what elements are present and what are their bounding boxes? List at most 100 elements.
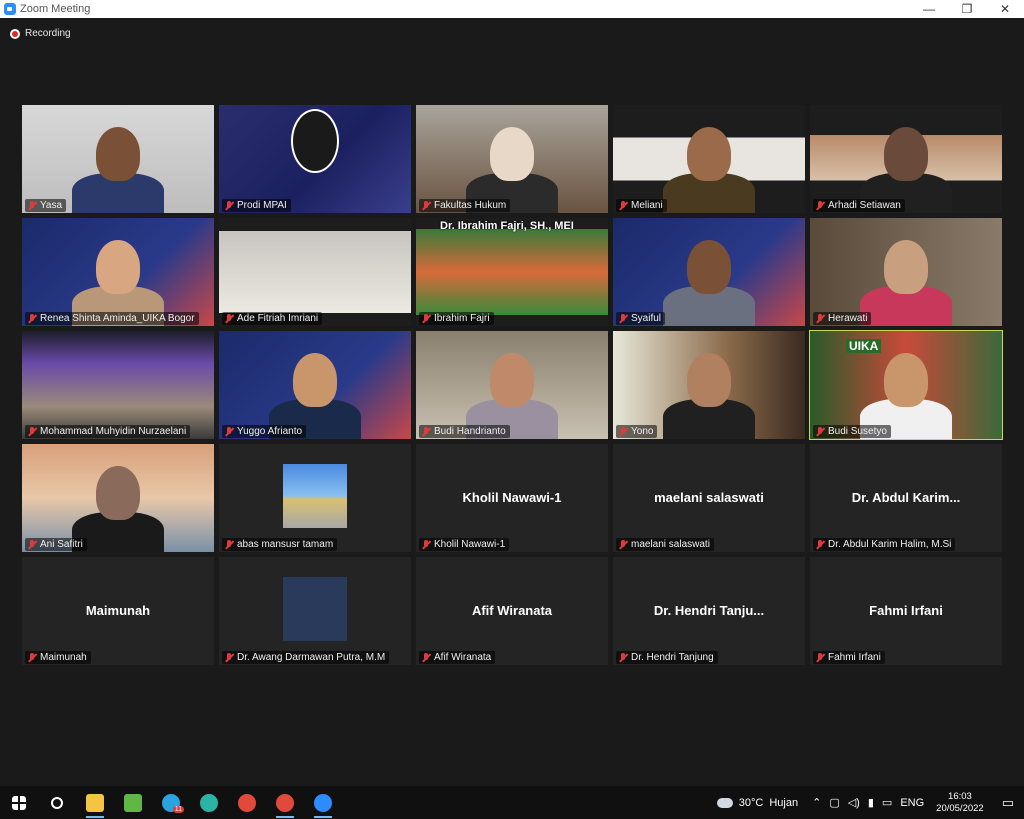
volume-icon[interactable]: ◁) <box>844 796 864 809</box>
participant-name: Yasa <box>40 200 63 211</box>
participant-tile[interactable]: abas mansusr tamam <box>219 444 411 552</box>
participant-name-tag: Yuggo Afrianto <box>222 425 307 438</box>
participant-name: Fahmi Irfani <box>828 652 881 663</box>
search-icon[interactable] <box>38 786 76 819</box>
windows-start-icon-glyph <box>12 795 26 810</box>
participant-tile[interactable]: Dr. Abdul Karim... Dr. Abdul Karim Halim,… <box>810 444 1002 552</box>
chevron-up-icon[interactable]: ⌃ <box>808 796 825 809</box>
muted-mic-icon <box>421 200 431 211</box>
participant-name-tag: Dr. Hendri Tanjung <box>616 651 718 664</box>
unread-badge: 11 <box>172 806 184 813</box>
participant-name: Prodi MPAI <box>237 200 287 211</box>
participant-name-tag: Budi Susetyo <box>813 425 891 438</box>
participant-tile[interactable]: Meliani <box>613 105 805 213</box>
notification-icon[interactable]: ▭ <box>992 795 1024 811</box>
file-explorer-icon-glyph <box>86 793 104 812</box>
app-green-icon[interactable] <box>114 786 152 819</box>
participant-display-name: Dr. Abdul Karim... <box>851 490 961 505</box>
participant-name: Mohammad Muhyidin Nurzaelani <box>40 426 187 437</box>
participant-tile[interactable]: Fahmi Irfani Fahmi Irfani <box>810 557 1002 665</box>
file-explorer-icon[interactable] <box>76 786 114 819</box>
participant-name-tag: Mohammad Muhyidin Nurzaelani <box>25 425 191 438</box>
participant-tile[interactable]: Maimunah Maimunah <box>22 557 214 665</box>
participant-tile[interactable]: Dr. Awang Darmawan Putra, M.M <box>219 557 411 665</box>
participant-name: abas mansusr tamam <box>237 539 334 550</box>
cloud-rain-icon <box>716 797 733 808</box>
participant-tile[interactable]: Ade Fitriah Imriani <box>219 218 411 326</box>
muted-mic-icon <box>815 652 825 663</box>
participant-tile[interactable]: Yono <box>613 331 805 439</box>
participant-name-tag: Kholil Nawawi-1 <box>419 538 510 551</box>
participant-tile[interactable]: Syaiful <box>613 218 805 326</box>
video-overlay-text: Dr. Ibrahim Fajri, SH., MEI <box>440 220 574 232</box>
participant-name: Fakultas Hukum <box>434 200 507 211</box>
participant-name: Ibrahim Fajri <box>434 313 490 324</box>
participant-tile[interactable]: Dr. Ibrahim Fajri, SH., MEI Ibrahim Fajri <box>416 218 608 326</box>
language-indicator[interactable]: ENG <box>896 797 928 809</box>
muted-mic-icon <box>618 200 628 211</box>
participant-name-tag: Fahmi Irfani <box>813 651 885 664</box>
chrome-profile-icon[interactable] <box>266 786 304 819</box>
participant-name-tag: Afif Wiranata <box>419 651 496 664</box>
muted-mic-icon <box>815 200 825 211</box>
maximize-button[interactable]: ❐ <box>948 0 986 18</box>
edge-icon[interactable] <box>190 786 228 819</box>
participant-tile[interactable]: Afif Wiranata Afif Wiranata <box>416 557 608 665</box>
muted-mic-icon <box>618 313 628 324</box>
microphone-icon[interactable]: ▮ <box>864 796 878 809</box>
participant-face <box>96 240 140 294</box>
participant-tile[interactable]: Yuggo Afrianto <box>219 331 411 439</box>
muted-mic-icon <box>421 539 431 550</box>
recording-label: Recording <box>25 28 71 39</box>
participant-tile[interactable]: UIKA Budi Susetyo <box>809 330 1003 440</box>
participant-name: Yono <box>631 426 654 437</box>
participant-name: Maimunah <box>40 652 87 663</box>
telegram-icon[interactable]: 11 <box>152 786 190 819</box>
participant-face <box>687 240 731 294</box>
muted-mic-icon <box>27 200 37 211</box>
participant-tile[interactable]: Ani Safitri <box>22 444 214 552</box>
participant-face <box>884 127 928 181</box>
recording-indicator[interactable]: Recording <box>10 28 71 39</box>
windows-start-icon[interactable] <box>0 786 38 819</box>
participant-face <box>884 353 928 407</box>
chrome-icon[interactable] <box>228 786 266 819</box>
participant-display-name: maelani salaswati <box>654 490 764 505</box>
muted-mic-icon <box>224 652 234 663</box>
close-button[interactable]: ✕ <box>986 0 1024 18</box>
participant-tile[interactable]: Arhadi Setiawan <box>810 105 1002 213</box>
participant-name: Herawati <box>828 313 868 324</box>
participant-name: Budi Handrianto <box>434 426 506 437</box>
participant-tile[interactable]: Budi Handrianto <box>416 331 608 439</box>
participant-name-tag: Meliani <box>616 199 667 212</box>
participant-tile[interactable]: Kholil Nawawi-1 Kholil Nawawi-1 <box>416 444 608 552</box>
obs-logo-icon <box>291 109 339 173</box>
participant-tile[interactable]: Dr. Hendri Tanju... Dr. Hendri Tanjung <box>613 557 805 665</box>
participant-face <box>687 353 731 407</box>
participant-tile[interactable]: Herawati <box>810 218 1002 326</box>
network-icon[interactable]: ▢ <box>825 796 843 809</box>
clock[interactable]: 16:03 20/05/2022 <box>928 791 992 815</box>
participant-tile[interactable]: Renea Shinta Aminda_UIKA Bogor <box>22 218 214 326</box>
participant-name-tag: Fakultas Hukum <box>419 199 511 212</box>
participant-tile[interactable]: Prodi MPAI <box>219 105 411 213</box>
participant-name-tag: abas mansusr tamam <box>222 538 338 551</box>
windows-taskbar: 11 30°C Hujan ⌃ ▢ ◁) ▮ ▭ ENG 16:03 20/05… <box>0 786 1024 819</box>
participant-tile[interactable]: Fakultas Hukum <box>416 105 608 213</box>
weather-label: Hujan <box>769 796 799 809</box>
muted-mic-icon <box>224 313 234 324</box>
participant-face <box>687 127 731 181</box>
app-green-icon-glyph <box>124 793 142 812</box>
participant-name-tag: Dr. Abdul Karim Halim, M.Si <box>813 538 956 551</box>
muted-mic-icon <box>224 539 234 550</box>
participant-name-tag: Ade Fitriah Imriani <box>222 312 323 325</box>
zoom-icon[interactable] <box>304 786 342 819</box>
display-icon[interactable]: ▭ <box>878 796 896 809</box>
participant-name: Syaiful <box>631 313 662 324</box>
participant-tile[interactable]: maelani salaswati maelani salaswati <box>613 444 805 552</box>
minimize-button[interactable]: — <box>910 0 948 18</box>
participant-name-tag: Budi Handrianto <box>419 425 510 438</box>
participant-tile[interactable]: Yasa <box>22 105 214 213</box>
weather-widget[interactable]: 30°C Hujan <box>713 797 802 809</box>
participant-tile[interactable]: Mohammad Muhyidin Nurzaelani <box>22 331 214 439</box>
